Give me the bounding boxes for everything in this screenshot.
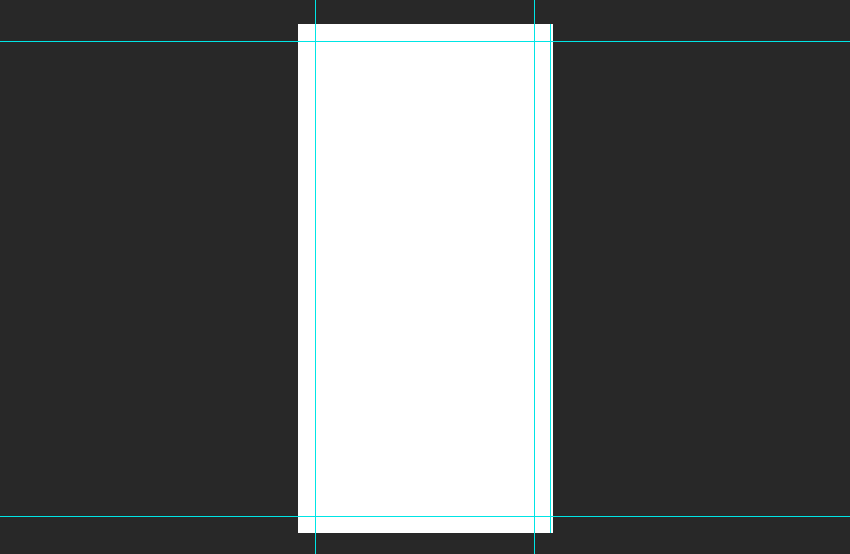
editor-workspace[interactable]	[0, 0, 850, 554]
document-canvas[interactable]	[298, 24, 553, 533]
horizontal-guide-top[interactable]	[0, 41, 850, 42]
vertical-guide-right[interactable]	[534, 0, 535, 554]
vertical-guide-inner-right[interactable]	[550, 24, 551, 533]
vertical-guide-left[interactable]	[315, 0, 316, 554]
horizontal-guide-bottom[interactable]	[0, 516, 850, 517]
